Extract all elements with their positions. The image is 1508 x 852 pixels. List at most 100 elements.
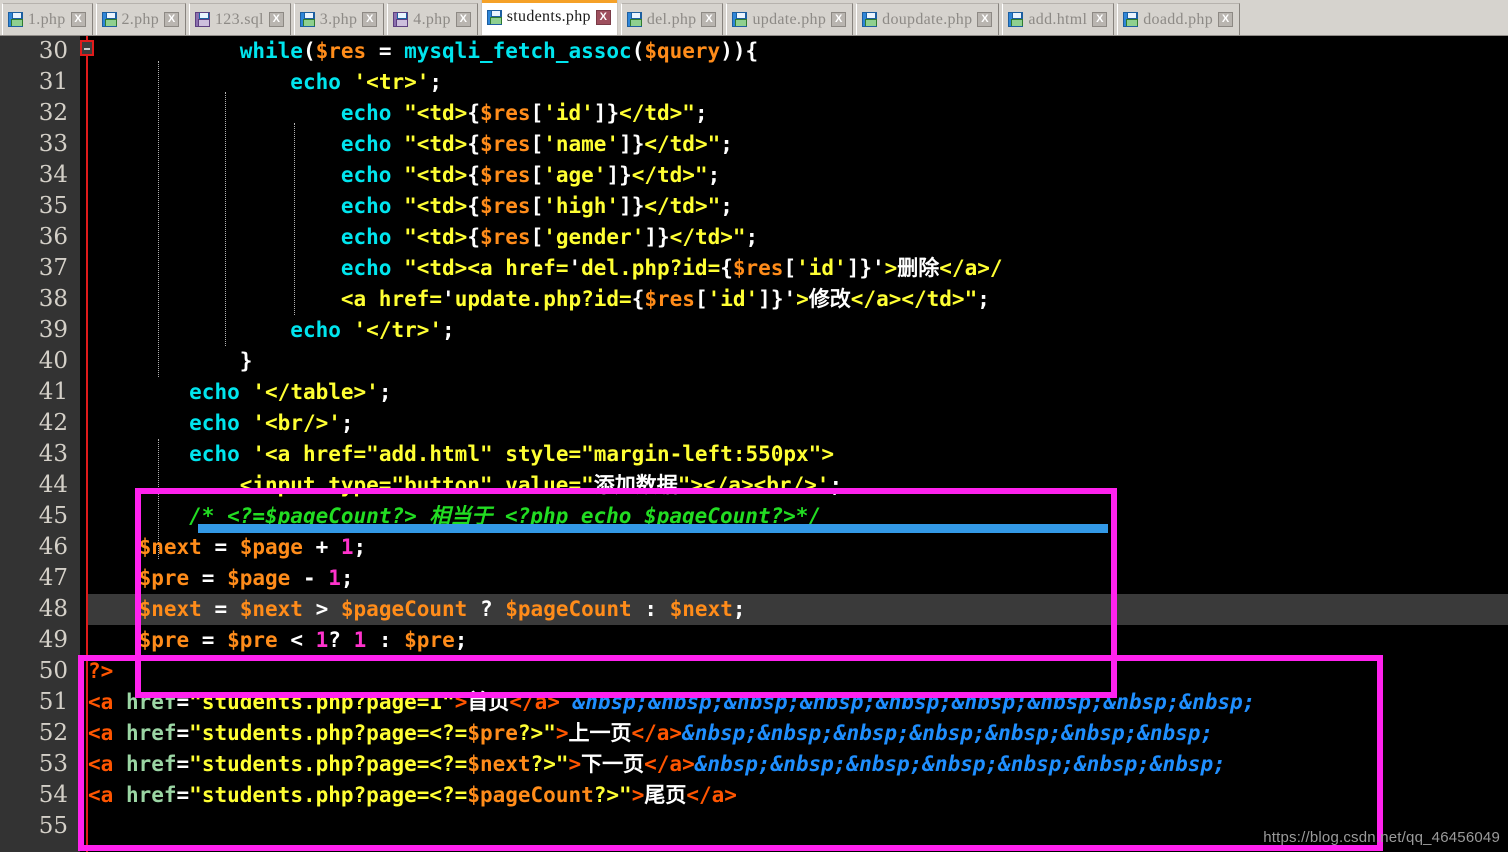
code-line-38[interactable]: <a href='update.php?id={$res['id']}'>修改<… [88, 284, 1508, 315]
watermark: https://blog.csdn.net/qq_46456049 [1263, 829, 1500, 846]
tab-label: students.php [506, 8, 591, 25]
line-number: 31 [38, 69, 68, 95]
tab-del-php[interactable]: del.php X [620, 3, 724, 35]
line-number: 49 [38, 627, 68, 653]
code-line-30[interactable]: while($res = mysqli_fetch_assoc($query))… [88, 36, 1508, 67]
tab-label: 123.sql [215, 10, 264, 28]
tab-2-php[interactable]: 2.php X [95, 3, 186, 35]
floppy-disk-icon [393, 12, 409, 27]
tab-1-php[interactable]: 1.php X [2, 3, 93, 35]
floppy-disk-icon [8, 12, 23, 27]
code-line-48[interactable]: $next = $next > $pageCount ? $pageCount … [88, 594, 1508, 625]
line-number: 52 [38, 720, 68, 746]
floppy-disk-icon [1123, 12, 1139, 27]
tab-label: 2.php [121, 10, 159, 28]
code-editor-window: 1.php X 2.php X 123.sql X 3.php X 4.php … [0, 0, 1508, 852]
code-line-43[interactable]: echo '<a href="add.html" style="margin-l… [88, 439, 1508, 470]
code-line-51[interactable]: <a href="students.php?page=1">首页</a> &nb… [88, 687, 1508, 718]
floppy-disk-icon [486, 9, 502, 25]
floppy-disk-icon [299, 12, 315, 27]
code-line-33[interactable]: echo "<td>{$res['name']}</td>"; [88, 129, 1508, 160]
php-close-tag: ?> [88, 659, 114, 683]
line-number: 40 [38, 348, 68, 374]
line-number: 34 [38, 162, 68, 188]
editor-tab-bar: 1.php X 2.php X 123.sql X 3.php X 4.php … [0, 0, 1508, 36]
code-line-37[interactable]: echo "<td><a href='del.php?id={$res['id'… [88, 253, 1508, 284]
floppy-disk-icon [732, 12, 748, 27]
tab-label: 3.php [319, 10, 358, 28]
line-number: 35 [38, 193, 68, 219]
line-number-gutter: 30 31 32 33 34 35 36 37 38 39 40 41 42 4… [0, 36, 80, 852]
line-number: 47 [38, 565, 68, 591]
tab-close-icon[interactable]: X [455, 12, 471, 27]
line-number: 41 [38, 379, 68, 405]
line-number: 36 [38, 224, 68, 250]
comment-underline-bar [198, 524, 1108, 533]
line-number: 44 [38, 472, 68, 498]
tab-label: 1.php [28, 10, 66, 28]
tab-label: doadd.php [1143, 10, 1214, 28]
tab-label: update.php [752, 10, 827, 28]
tab-close-icon[interactable]: X [701, 12, 717, 27]
tab-students-php[interactable]: students.php X [480, 0, 618, 35]
code-line-44[interactable]: <input type="button" value="添加数据"></a><b… [88, 470, 1508, 501]
code-line-35[interactable]: echo "<td>{$res['high']}</td>"; [88, 191, 1508, 222]
tab-close-icon[interactable]: X [1218, 12, 1234, 27]
tab-add-html[interactable]: add.html X [1002, 3, 1115, 35]
tab-update-php[interactable]: update.php X [726, 3, 854, 35]
code-line-32[interactable]: echo "<td>{$res['id']}</td>"; [88, 98, 1508, 129]
tab-label: add.html [1028, 10, 1088, 28]
code-line-53[interactable]: <a href="students.php?page=<?=$next?>">下… [88, 749, 1508, 780]
tab-label: 4.php [413, 10, 451, 28]
line-number: 53 [38, 751, 68, 777]
floppy-disk-icon [626, 12, 642, 27]
tab-close-icon[interactable]: X [70, 12, 86, 27]
line-number: 39 [38, 317, 68, 343]
tab-close-icon[interactable]: X [1092, 12, 1108, 27]
tab-label: del.php [646, 10, 697, 28]
tab-close-icon[interactable]: X [977, 12, 993, 27]
tab-close-icon[interactable]: X [831, 12, 847, 27]
tab-4-php[interactable]: 4.php X [387, 3, 478, 35]
line-number: 55 [38, 813, 68, 839]
code-line-46[interactable]: $next = $page + 1; [88, 532, 1508, 563]
code-line-54[interactable]: <a href="students.php?page=<?=$pageCount… [88, 780, 1508, 811]
code-line-36[interactable]: echo "<td>{$res['gender']}</td>"; [88, 222, 1508, 253]
line-number: 48 [38, 596, 68, 622]
code-line-50[interactable]: ?> [88, 656, 1508, 687]
code-editor-pane[interactable]: 30 31 32 33 34 35 36 37 38 39 40 41 42 4… [0, 36, 1508, 852]
floppy-disk-icon [862, 12, 878, 27]
code-line-34[interactable]: echo "<td>{$res['age']}</td>"; [88, 160, 1508, 191]
tab-close-icon[interactable]: X [595, 9, 611, 25]
line-number: 33 [38, 131, 68, 157]
line-number: 42 [38, 410, 68, 436]
code-line-40[interactable]: } [88, 346, 1508, 377]
tab-doupdate-php[interactable]: doupdate.php X [856, 3, 1000, 35]
tab-3-php[interactable]: 3.php X [293, 3, 385, 35]
line-number: 46 [38, 534, 68, 560]
code-line-52[interactable]: <a href="students.php?page=<?=$pre?>">上一… [88, 718, 1508, 749]
floppy-disk-icon [101, 12, 117, 27]
tab-close-icon[interactable]: X [362, 12, 378, 27]
line-number: 54 [38, 782, 68, 808]
floppy-disk-icon [1008, 12, 1024, 27]
code-line-49[interactable]: $pre = $pre < 1? 1 : $pre; [88, 625, 1508, 656]
tab-123-sql[interactable]: 123.sql X [189, 3, 291, 35]
code-text-area[interactable]: while($res = mysqli_fetch_assoc($query))… [88, 36, 1508, 852]
line-number: 45 [38, 503, 68, 529]
tab-label: doupdate.php [882, 10, 973, 28]
tab-doadd-php[interactable]: doadd.php X [1117, 3, 1241, 35]
code-line-31[interactable]: echo '<tr>'; [88, 67, 1508, 98]
code-line-47[interactable]: $pre = $page - 1; [88, 563, 1508, 594]
floppy-disk-icon [195, 12, 210, 27]
line-number: 30 [38, 38, 68, 64]
line-number: 43 [38, 441, 68, 467]
tab-close-icon[interactable]: X [164, 12, 179, 27]
line-number: 38 [38, 286, 68, 312]
line-number: 50 [38, 658, 68, 684]
code-line-42[interactable]: echo '<br/>'; [88, 408, 1508, 439]
code-line-39[interactable]: echo '</tr>'; [88, 315, 1508, 346]
code-line-41[interactable]: echo '</table>'; [88, 377, 1508, 408]
tab-close-icon[interactable]: X [268, 12, 284, 27]
line-number: 32 [38, 100, 68, 126]
